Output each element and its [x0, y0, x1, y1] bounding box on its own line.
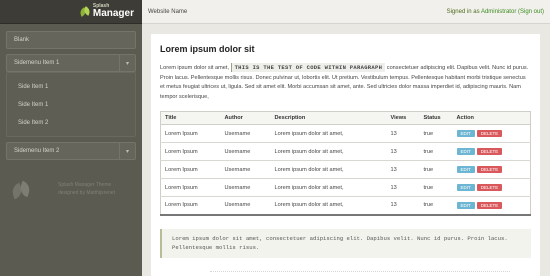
submenu-item[interactable]: Side Item 1 [7, 96, 135, 114]
delete-button[interactable]: DELETE [476, 148, 503, 155]
cell-title: Lorem Ipsum [160, 178, 221, 197]
col-author[interactable]: Author [220, 111, 271, 125]
cell-action: EDIT DELETE [452, 124, 531, 143]
cell-views: 13 [386, 124, 420, 143]
credit-line-1: Splash Manager Theme [58, 182, 112, 188]
sign-out-link[interactable]: (Sign out) [518, 9, 544, 15]
sidebar-item-sidemenu-1[interactable]: Sidemenu Item 1 ▾ [6, 54, 136, 72]
cell-status: true [419, 142, 453, 161]
cell-views: 13 [386, 160, 420, 179]
cell-status: true [419, 124, 453, 143]
cell-description: Lorem ipsum dolor sit amet, [270, 124, 387, 143]
page-title: Lorem ipsum dolor sit [160, 44, 255, 54]
site-name[interactable]: Website Name [148, 9, 187, 15]
articles-table: Title Author Description Views Status Ac… [160, 111, 531, 216]
leaf-logo-icon [78, 5, 92, 18]
cell-title: Lorem Ipsum [160, 142, 221, 161]
submenu-item[interactable]: Side Item 2 [7, 114, 135, 132]
cell-title: Lorem Ipsum [160, 160, 221, 179]
footer-divider [210, 271, 510, 273]
intro-paragraph: Lorem ipsum dolor sit amet, THIS IS THE … [160, 63, 531, 102]
cell-action: EDIT DELETE [452, 160, 531, 179]
cell-action: EDIT DELETE [452, 178, 531, 197]
topbar: Website Name Signed in as Administrator … [142, 0, 550, 24]
sidebar-item-sidemenu-2[interactable]: Sidemenu Item 2 ▾ [6, 142, 136, 160]
sidebar-item-label: Sidemenu Item 1 [14, 60, 60, 66]
edit-button[interactable]: EDIT [456, 201, 475, 209]
cell-status: true [419, 160, 453, 179]
delete-button[interactable]: DELETE [476, 166, 503, 173]
logo-big-text: Manager [92, 8, 134, 19]
code-block: Lorem ipsum dolor sit amet, consectetuer… [160, 228, 531, 258]
sidebar-item-label: Sidemenu Item 2 [14, 148, 60, 154]
cell-author: Username [220, 196, 271, 216]
cell-author: Username [220, 124, 271, 143]
table-row: Lorem Ipsum Username Lorem ipsum dolor sit… [160, 160, 531, 179]
cell-views: 13 [386, 196, 420, 216]
cell-description: Lorem ipsum dolor sit amet, [270, 142, 387, 161]
cell-author: Username [220, 178, 271, 197]
delete-button[interactable]: DELETE [476, 184, 503, 191]
table-header-row: Title Author Description Views Status Ac… [160, 111, 531, 125]
table-row: Lorem Ipsum Username Lorem ipsum dolor sit… [160, 178, 531, 197]
cell-status: true [419, 178, 453, 197]
sidebar-item-label: Blank [14, 37, 30, 43]
cell-description: Lorem ipsum dolor sit amet, [270, 196, 387, 216]
cell-views: 13 [386, 178, 420, 197]
submenu-1: Side Item 1 Side Item 1 Side Item 2 [6, 72, 136, 137]
submenu-item[interactable]: Side Item 1 [7, 78, 135, 96]
credit-line-2: designed by Matthijsrenet [58, 190, 115, 196]
cell-description: Lorem ipsum dolor sit amet, [270, 160, 387, 179]
col-title[interactable]: Title [160, 111, 221, 125]
cell-author: Username [220, 142, 271, 161]
cell-views: 13 [386, 142, 420, 161]
user-link[interactable]: Administrator [481, 9, 516, 15]
edit-button[interactable]: EDIT [456, 148, 475, 155]
cell-status: true [419, 196, 453, 216]
table-row: Lorem Ipsum Username Lorem ipsum dolor sit… [160, 124, 531, 143]
cell-action: EDIT DELETE [452, 142, 531, 161]
logo[interactable]: Splash Manager [78, 4, 134, 19]
edit-button[interactable]: EDIT [456, 166, 475, 173]
col-status[interactable]: Status [419, 111, 453, 125]
chevron-down-icon[interactable]: ▾ [119, 55, 135, 71]
sidebar-menu: Blank Sidemenu Item 1 ▾ Side Item 1 Side… [0, 24, 142, 160]
sidebar-item-blank[interactable]: Blank [6, 31, 136, 49]
content-panel: Lorem ipsum dolor sit Lorem ipsum dolor … [151, 34, 540, 276]
cell-author: Username [220, 160, 271, 179]
signin-prefix: Signed in as [446, 8, 480, 15]
col-views[interactable]: Views [386, 111, 420, 125]
edit-button[interactable]: EDIT [456, 130, 475, 137]
col-description[interactable]: Description [270, 111, 387, 125]
chevron-down-icon[interactable]: ▾ [119, 143, 135, 159]
cell-title: Lorem Ipsum [160, 196, 221, 216]
sidebar: Splash Manager Blank Sidemenu Item 1 ▾ S… [0, 0, 142, 276]
inline-code: THIS IS THE TEST OF CODE WITHIN PARAGRAP… [230, 63, 386, 72]
cell-description: Lorem ipsum dolor sit amet, [270, 178, 387, 197]
signin-status: Signed in as Administrator (Sign out) [447, 9, 544, 15]
delete-button[interactable]: DELETE [476, 130, 503, 137]
delete-button[interactable]: DELETE [476, 201, 503, 209]
leaf-watermark-icon [8, 180, 42, 201]
col-action: Action [452, 111, 531, 125]
table-row: Lorem Ipsum Username Lorem ipsum dolor sit… [160, 142, 531, 161]
para-text: Lorem ipsum dolor sit amet, [160, 65, 230, 71]
theme-credit: Splash Manager Theme designed by Matthij… [0, 165, 142, 201]
table-row: Lorem Ipsum Username Lorem ipsum dolor sit… [160, 196, 531, 216]
logo-bar: Splash Manager [0, 0, 142, 24]
cell-title: Lorem Ipsum [160, 124, 221, 143]
cell-action: EDIT DELETE [452, 196, 531, 216]
edit-button[interactable]: EDIT [456, 184, 475, 191]
